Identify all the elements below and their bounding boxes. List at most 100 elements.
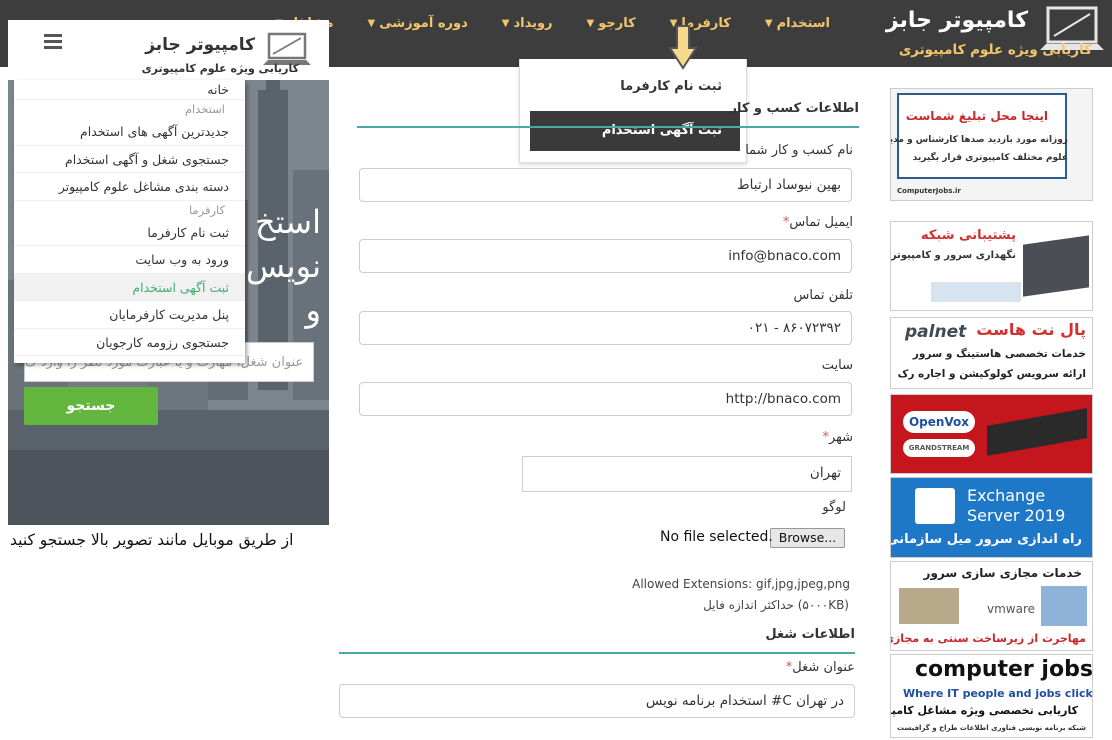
browse-button[interactable]: Browse... — [770, 528, 845, 548]
employer-dropdown: ثبت نام کارفرما ثبت آگهی استخدام — [519, 59, 747, 163]
mobile-nav-menu: خانه استخدام جدیدترین آگهی های استخدام جستج… — [14, 80, 245, 363]
hero-line: و — [305, 291, 321, 329]
phone-label: تلفن تماس — [794, 288, 854, 303]
business-section-title: اطلاعات کسب و کار — [729, 101, 859, 116]
grandstream-logo: GRANDSTREAM — [903, 439, 975, 457]
label-text: سایت — [821, 358, 853, 373]
nav-label: کارجو — [598, 16, 636, 31]
exchange-icon — [915, 488, 955, 524]
email-label: *ایمیل تماس — [779, 215, 853, 230]
allowed-extensions: Allowed Extensions: gif,jpg,jpeg,png — [632, 577, 850, 591]
ad-headline: computer jobs — [915, 657, 1093, 682]
desk-image — [8, 450, 329, 525]
chevron-down-icon: ▼ — [501, 18, 510, 29]
ad-headline: خدمات مجازی سازی سرور — [923, 566, 1082, 580]
mobile-menu-heading: کارفرما — [188, 202, 225, 217]
mobile-menu-item[interactable]: پنل مدیریت کارفرمایان — [14, 301, 245, 329]
site-name: کامپیوتر جابز — [885, 8, 1028, 33]
mobile-menu-item[interactable]: جستجوی رزومه کارجویان — [14, 329, 245, 356]
main-menu: استخدام ▼ کارفرما ▼ کارجو ▼ رویداد ▼ دوره آم… — [275, 16, 830, 31]
ad-headline: Server 2019 — [967, 506, 1066, 525]
ad-text: ارائه سرویس کولوکیشن و اجاره رک — [897, 368, 1086, 380]
technicians-image — [931, 282, 1021, 302]
label-text: نام کسب و کار شما — [745, 143, 853, 158]
ad-text: خدمات تخصصی هاستینگ و سرور — [912, 348, 1086, 360]
mobile-header: کامپیوتر جابز کاریابی ویژه علوم کامپیوتر… — [8, 20, 329, 80]
mobile-menu-item[interactable]: خانه — [14, 80, 245, 100]
ad-banner-virtualization[interactable]: خدمات مجازی سازی سرور vmware مهاجرت از ز… — [890, 561, 1093, 651]
business-name-input[interactable]: بهین نیوساد ارتباط — [359, 168, 852, 202]
hero-line: استخ — [254, 203, 321, 241]
site-input[interactable]: http://bnaco.com — [359, 382, 852, 416]
mobile-menu-item[interactable]: جدیدترین آگهی های استخدام — [14, 118, 245, 146]
mobile-site-name: کامپیوتر جابز — [145, 35, 255, 55]
ad-banner-advertise[interactable]: اینجا محل تبلیغ شماست روزانه مورد بازدید… — [890, 88, 1093, 201]
nav-label: استخدام — [776, 16, 830, 31]
ad-banner-openvox[interactable]: OpenVox GRANDSTREAM — [890, 394, 1093, 474]
nav-item-karjoo[interactable]: کارجو ▼ — [587, 16, 636, 31]
nav-item-event[interactable]: رویداد ▼ — [502, 16, 553, 31]
site-tagline: کاریابی ویژه علوم کامپیوتری — [898, 42, 1092, 58]
mobile-menu-item[interactable]: ثبت آگهی استخدام — [14, 273, 245, 301]
ad-text: Where IT people and jobs click — [903, 687, 1093, 700]
ad-text: راه اندازی سرور میل سازمانی — [890, 532, 1082, 547]
ad-text: کاریابی تخصصی ویژه مشاغل کامپیوتری — [891, 704, 1078, 717]
job-title-input[interactable]: استخدام برنامه نویس #C در تهران — [339, 684, 855, 718]
ad-text: مهاجرت از زیرساخت سنتی به مجازی — [890, 632, 1086, 645]
mobile-menu-item[interactable]: ورود به وب سایت — [14, 246, 245, 274]
palnet-logo: palnet — [905, 322, 967, 342]
no-file-text: No file selected. — [660, 529, 773, 545]
ad-headline: Exchange — [967, 486, 1046, 505]
max-file-size: حداکثر اندازه فایل (۵۰۰۰KB) — [703, 598, 849, 612]
ad-text: علوم مختلف کامپیوتری قرار بگیرید — [912, 153, 1068, 163]
nav-label: رویداد — [513, 16, 553, 31]
ad-banner-exchange[interactable]: Exchange Server 2019 راه اندازی سرور میل… — [890, 477, 1093, 558]
mobile-menu-item[interactable]: ثبت نام کارفرما — [14, 219, 245, 246]
email-input[interactable]: info@bnaco.com — [359, 239, 852, 273]
ad-banner-network-support[interactable]: پشتیبانی شبکه نگهداری سرور و کامپیوتر — [890, 221, 1093, 311]
chevron-down-icon: ▼ — [586, 18, 595, 29]
dropdown-item-post-job[interactable]: ثبت آگهی استخدام — [530, 111, 740, 151]
network-switch-image — [1023, 235, 1089, 297]
nav-item-course[interactable]: دوره آموزشی ▼ — [368, 16, 468, 31]
servers-image — [899, 588, 959, 624]
mobile-menu-item[interactable]: دسته بندی مشاغل علوم کامپیوتر — [14, 173, 245, 201]
label-text: عنوان شغل — [792, 660, 855, 675]
ad-text: شبکه برنامه نویسی فناوری اطلاعات طراح و … — [897, 724, 1086, 732]
ad-text: نگهداری سرور و کامپیوتر — [890, 250, 1016, 261]
label-text: شهر — [828, 430, 853, 445]
business-name-label: نام کسب و کار شما — [745, 143, 853, 158]
ad-text: روزانه مورد بازدید صدها کارشناس و مدیر — [890, 135, 1068, 145]
phone-input[interactable]: ۰۲۱ - ۸۶۰۷۲۳۹۲ — [359, 311, 852, 345]
ad-headline: پال نت هاست — [976, 320, 1086, 339]
hero-text: استخ نویس و — [246, 200, 321, 332]
dropdown-item-employer-signup[interactable]: ثبت نام کارفرما — [530, 67, 740, 107]
mobile-caption: از طریق موبایل مانند تصویر بالا جستجو کن… — [10, 531, 294, 549]
label-text: ایمیل تماس — [789, 215, 853, 230]
logo-label: لوگو — [822, 500, 846, 515]
cloud-servers-image — [1041, 586, 1087, 626]
label-text: تلفن تماس — [793, 288, 854, 303]
city-label: *شهر — [818, 430, 853, 445]
mobile-menu-item[interactable]: جستجوی شغل و آگهی استخدام — [14, 146, 245, 173]
vmware-logo: vmware — [987, 602, 1036, 616]
ad-footer: ComputerJobs.ir — [897, 187, 961, 195]
mobile-search-button[interactable]: جستجو — [24, 387, 158, 425]
hamburger-menu-icon[interactable] — [44, 34, 62, 49]
hardware-image — [987, 408, 1087, 456]
nav-label: دوره آموزشی — [379, 16, 468, 31]
job-title-label: *عنوان شغل — [782, 660, 855, 675]
ad-banner-computerjobs[interactable]: computer jobs Where IT people and jobs c… — [890, 654, 1093, 738]
ad-banner-palnet[interactable]: palnet پال نت هاست خدمات تخصصی هاستینگ و… — [890, 317, 1093, 389]
nav-item-estekhdam[interactable]: استخدام ▼ — [765, 16, 830, 31]
ad-headline: اینجا محل تبلیغ شماست — [905, 109, 1048, 123]
section-divider — [357, 126, 859, 128]
chevron-down-icon: ▼ — [367, 18, 376, 29]
chevron-down-icon: ▼ — [764, 18, 773, 29]
site-label: سایت — [822, 358, 853, 373]
site-logo[interactable]: کامپیوتر جابز کاریابی ویژه علوم کامپیوتر… — [856, 4, 1106, 62]
mobile-menu-heading: استخدام — [184, 102, 225, 116]
down-arrow-icon — [668, 25, 698, 70]
openvox-logo: OpenVox — [903, 411, 975, 433]
city-select[interactable]: تهران — [522, 456, 852, 492]
